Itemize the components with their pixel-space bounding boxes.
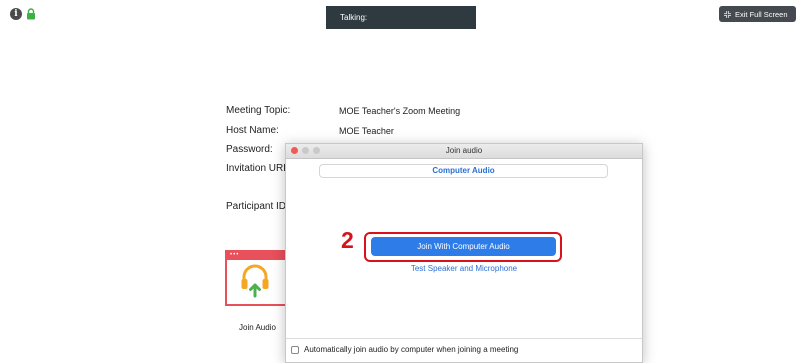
tab-computer-audio[interactable]: Computer Audio	[319, 164, 608, 178]
window-controls	[291, 147, 320, 154]
zoom-window-button[interactable]	[313, 147, 320, 154]
dialog-divider	[286, 338, 642, 339]
close-window-button[interactable]	[291, 147, 298, 154]
auto-join-checkbox[interactable]	[291, 345, 299, 354]
exit-full-screen-button[interactable]: Exit Full Screen	[719, 6, 796, 22]
auto-join-row: Automatically join audio by computer whe…	[291, 345, 518, 354]
invitation-url-label: Invitation URL	[226, 163, 289, 174]
dialog-titlebar: Join audio	[286, 144, 642, 159]
join-audio-label: Join Audio	[239, 323, 276, 332]
top-left-icons: i	[10, 8, 36, 20]
lock-icon	[27, 8, 35, 20]
auto-join-label[interactable]: Automatically join audio by computer whe…	[304, 345, 518, 354]
talking-indicator: Talking:	[326, 6, 476, 29]
card-window-dots: •••	[230, 252, 240, 258]
info-icon[interactable]: i	[10, 8, 22, 20]
minimize-window-button[interactable]	[302, 147, 309, 154]
headset-icon	[241, 264, 269, 298]
host-name-label: Host Name:	[226, 125, 279, 136]
dialog-title: Join audio	[445, 146, 483, 155]
password-label: Password:	[226, 144, 273, 155]
exit-full-screen-label: Exit Full Screen	[735, 9, 788, 19]
participant-id-label: Participant ID	[226, 201, 287, 212]
step-number-annotation: 2	[341, 227, 354, 253]
host-name-value: MOE Teacher	[339, 126, 394, 136]
meeting-topic-value: MOE Teacher's Zoom Meeting	[339, 106, 461, 116]
meeting-topic-label: Meeting Topic:	[226, 105, 291, 116]
test-speaker-microphone-link[interactable]: Test Speaker and Microphone	[286, 264, 642, 273]
join-with-computer-audio-button[interactable]: Join With Computer Audio	[371, 237, 556, 256]
join-audio-dialog: Join audio Computer Audio 2 Join With Co…	[285, 143, 643, 363]
exit-fullscreen-icon	[724, 10, 731, 18]
